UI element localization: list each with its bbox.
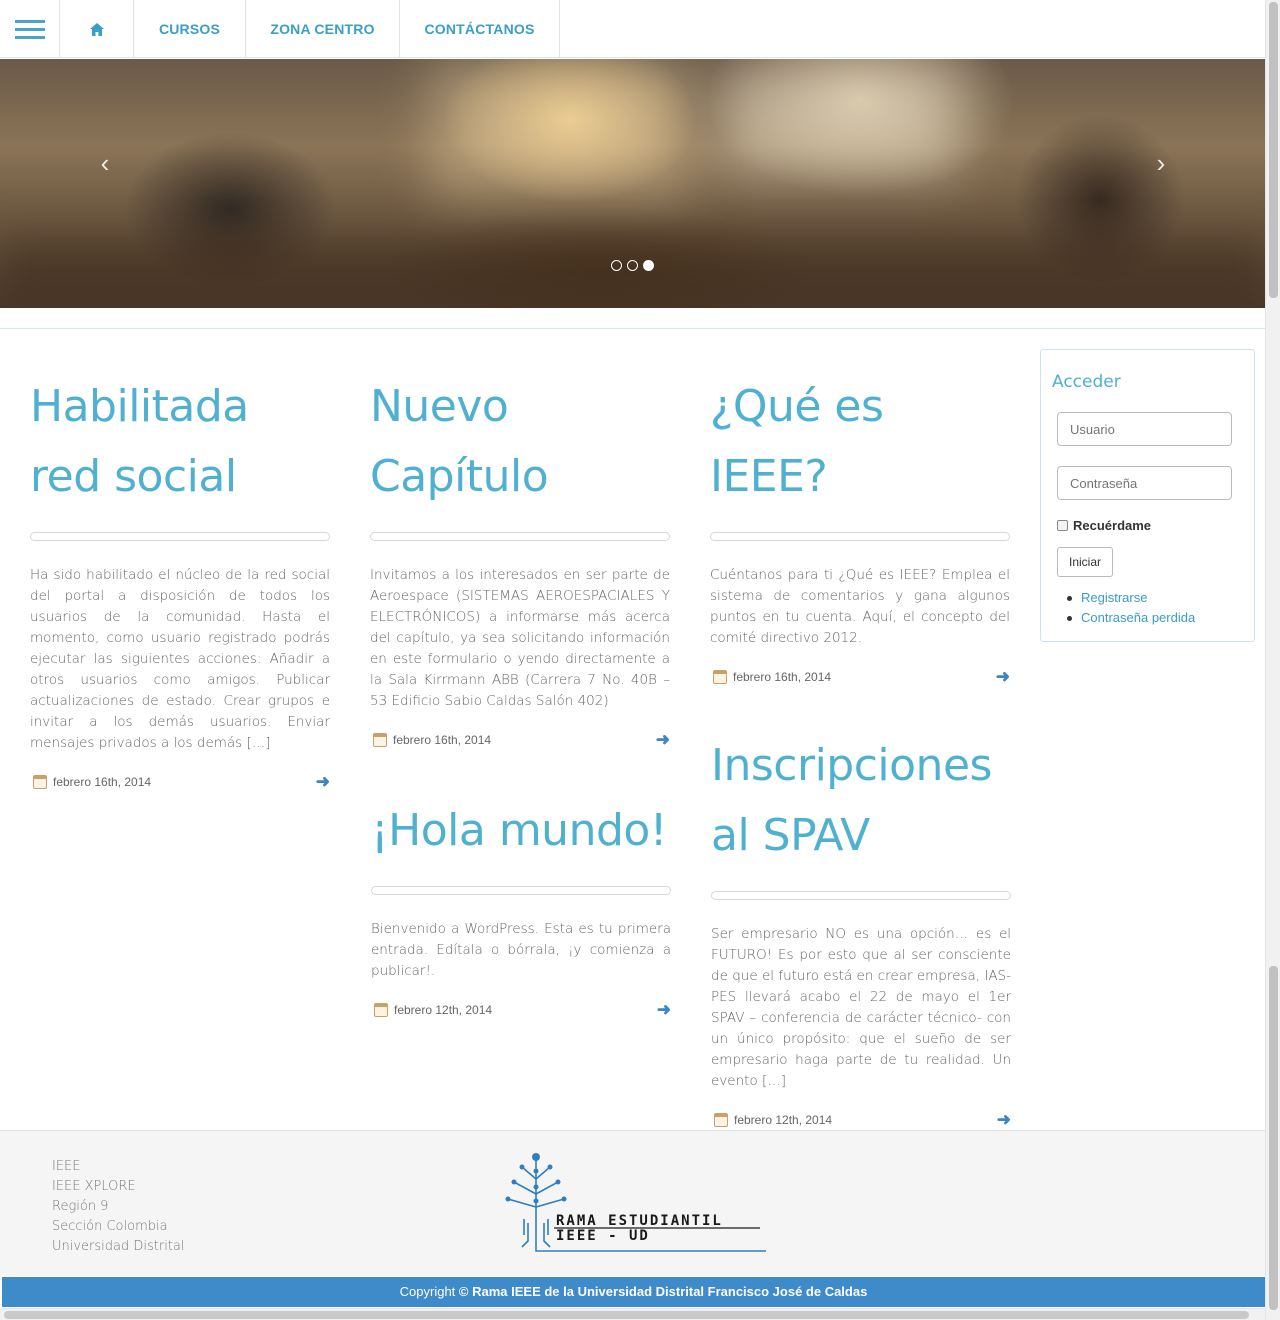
calendar-icon	[713, 670, 727, 684]
password-input[interactable]	[1057, 466, 1232, 500]
login-title: Acceder	[1052, 372, 1121, 392]
footer-link-region-9[interactable]: Región 9	[52, 1197, 185, 1217]
post-card: Nuevo Capítulo Invitamos a los interesado…	[370, 372, 670, 750]
post-excerpt: Bienvenido a WordPress. Esta es tu prime…	[371, 921, 671, 979]
copyright-bar: Copyright © Rama IEEE de la Universidad …	[2, 1277, 1265, 1307]
post-divider	[710, 532, 1010, 541]
scrollbar-thumb[interactable]	[4, 1311, 1249, 1319]
slider-pagination	[611, 260, 654, 271]
post-excerpt: Ser empresario NO es una opción… es el F…	[711, 926, 1011, 1089]
lost-password-link[interactable]: Contraseña perdida	[1066, 608, 1195, 628]
calendar-icon	[714, 1113, 728, 1127]
logo-text-line2: IEEE - UD	[556, 1228, 650, 1244]
read-more-arrow-icon[interactable]: ➜	[997, 1110, 1011, 1130]
rama-estudiantil-logo: RAMA ESTUDIANTIL IEEE - UD	[505, 1153, 766, 1252]
top-nav: CURSOS ZONA CENTRO CONTÁCTANOS	[0, 0, 1265, 58]
register-link[interactable]: Registrarse	[1066, 588, 1195, 608]
post-date: febrero 12th, 2014	[394, 1003, 493, 1017]
remember-me-checkbox[interactable]: Recuérdame	[1057, 518, 1151, 533]
post-divider	[30, 532, 330, 541]
post-card: ¡Hola mundo! Bienvenido a WordPress. Est…	[371, 796, 671, 1020]
horizontal-scrollbar[interactable]	[0, 1308, 1265, 1320]
copyright-owner: © Rama IEEE de la Universidad Distrital …	[458, 1284, 868, 1299]
post-meta: febrero 12th, 2014 ➜	[371, 1000, 671, 1020]
post-date: febrero 16th, 2014	[393, 733, 492, 747]
post-title[interactable]: Habilitada red social	[30, 372, 330, 512]
post-excerpt: Cuéntanos para ti ¿Qué es IEEE? Emplea e…	[710, 567, 1010, 646]
remember-me-label: Recuérdame	[1073, 518, 1152, 533]
post-meta: febrero 16th, 2014 ➜	[370, 730, 670, 750]
footer-link-ieee-xplore[interactable]: IEEE XPLORE	[52, 1177, 185, 1197]
post-meta: febrero 12th, 2014 ➜	[711, 1110, 1011, 1130]
divider	[0, 328, 1265, 329]
logo-text-line1: RAMA ESTUDIANTIL	[556, 1213, 723, 1229]
post-meta: febrero 16th, 2014 ➜	[710, 667, 1010, 687]
read-more-arrow-icon[interactable]: ➜	[656, 730, 670, 750]
copyright-prefix: Copyright	[399, 1284, 456, 1299]
post-title[interactable]: Nuevo Capítulo	[370, 372, 670, 512]
post-title[interactable]: ¡Hola mundo!	[371, 796, 671, 866]
vertical-scrollbar[interactable]	[1265, 0, 1280, 1320]
post-date: febrero 12th, 2014	[734, 1113, 833, 1127]
hamburger-menu-icon[interactable]	[0, 0, 60, 58]
post-excerpt: Invitamos a los interesados en ser parte…	[370, 567, 670, 709]
footer-links: IEEE IEEE XPLORE Región 9 Sección Colomb…	[52, 1157, 185, 1257]
login-submit-button[interactable]: Iniciar	[1057, 547, 1113, 577]
post-meta: febrero 16th, 2014 ➜	[30, 772, 330, 792]
post-title[interactable]: Inscripciones al SPAV	[711, 731, 1011, 871]
calendar-icon	[373, 733, 387, 747]
read-more-arrow-icon[interactable]: ➜	[657, 1000, 671, 1020]
scrollbar-thumb[interactable]	[1269, 966, 1278, 1310]
nav-item-zona-centro[interactable]: ZONA CENTRO	[246, 0, 400, 58]
nav-item-contactanos[interactable]: CONTÁCTANOS	[400, 0, 560, 58]
post-date: febrero 16th, 2014	[733, 670, 832, 684]
footer-link-ieee[interactable]: IEEE	[52, 1157, 185, 1177]
post-divider	[371, 886, 671, 895]
post-excerpt: Ha sido habilitado el núcleo de la red s…	[30, 567, 330, 751]
slider-next-icon[interactable]: ›	[1149, 150, 1173, 176]
username-input[interactable]	[1057, 412, 1232, 446]
post-date: febrero 16th, 2014	[53, 775, 152, 789]
post-title[interactable]: ¿Qué es IEEE?	[710, 372, 1010, 512]
read-more-arrow-icon[interactable]: ➜	[316, 772, 330, 792]
footer-link-universidad-distrital[interactable]: Universidad Distrital	[52, 1237, 185, 1257]
read-more-arrow-icon[interactable]: ➜	[996, 667, 1010, 687]
calendar-icon	[33, 775, 47, 789]
calendar-icon	[374, 1003, 388, 1017]
footer-link-seccion-colombia[interactable]: Sección Colombia	[52, 1217, 185, 1237]
post-card: Inscripciones al SPAV Ser empresario NO e…	[711, 731, 1011, 1130]
post-card: Habilitada red social Ha sido habilitado …	[30, 372, 330, 792]
checkbox-icon[interactable]	[1057, 520, 1068, 531]
login-links: Registrarse Contraseña perdida	[1066, 588, 1195, 628]
slider-dot-1[interactable]	[611, 260, 622, 271]
nav-item-cursos[interactable]: CURSOS	[134, 0, 246, 58]
slider-dot-2[interactable]	[627, 260, 638, 271]
slider-prev-icon[interactable]: ‹	[93, 150, 117, 176]
scrollbar-thumb[interactable]	[1269, 2, 1278, 298]
post-divider	[370, 532, 670, 541]
footer: IEEE IEEE XPLORE Región 9 Sección Colomb…	[0, 1130, 1265, 1276]
hero-slider: ‹ ›	[0, 59, 1265, 308]
post-divider	[711, 891, 1011, 900]
post-card: ¿Qué es IEEE? Cuéntanos para ti ¿Qué es I…	[710, 372, 1010, 687]
slider-dot-3[interactable]	[643, 260, 654, 271]
home-icon[interactable]	[60, 0, 134, 58]
login-widget: Acceder Recuérdame Iniciar Registrarse C…	[1040, 349, 1255, 642]
